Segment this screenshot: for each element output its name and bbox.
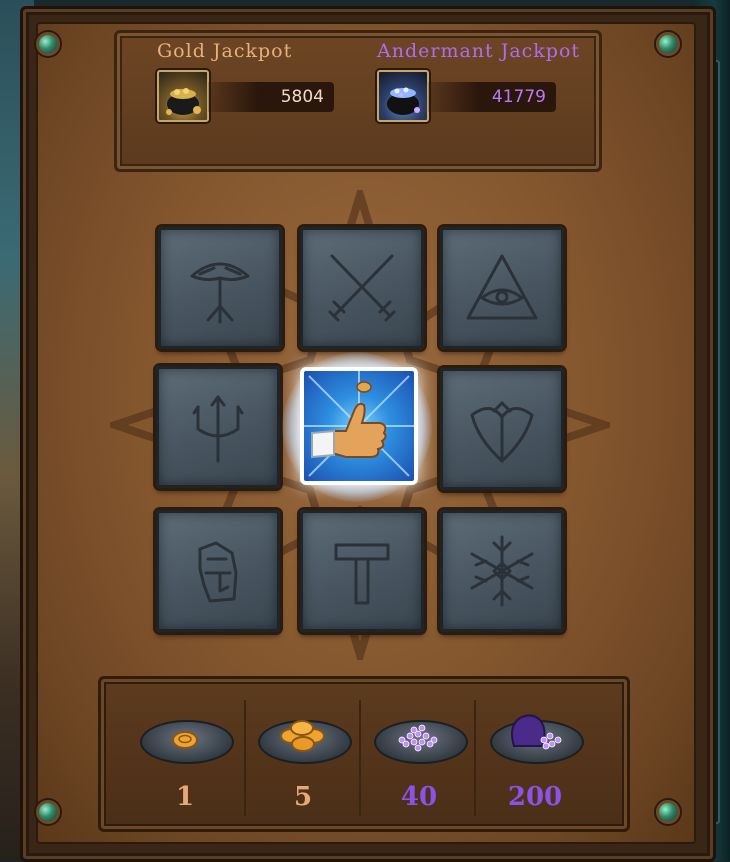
gold-pot-icon xyxy=(157,70,209,122)
bet-divider xyxy=(244,700,246,816)
slot-tile-snowflake[interactable] xyxy=(440,510,564,632)
crossed-swords-rune-icon xyxy=(328,254,396,322)
slot-tile-hammer[interactable] xyxy=(300,510,424,632)
bet-amount: 5 xyxy=(293,782,313,812)
andermant-pot-icon xyxy=(377,70,429,122)
corner-gem-icon xyxy=(36,800,60,824)
slot-tile-trident[interactable] xyxy=(156,366,280,488)
gold-jackpot-label: Gold Jackpot xyxy=(157,40,293,62)
snowflake-rune-icon xyxy=(470,535,534,607)
andermant-jackpot-value: 41779 xyxy=(428,82,556,112)
andermant-sack-plate-icon xyxy=(511,714,562,750)
trident-rune-icon xyxy=(192,395,244,463)
bet-option-200[interactable]: 200 xyxy=(482,700,594,818)
hammer-rune-icon xyxy=(334,543,390,605)
bet-amount: 1 xyxy=(175,782,195,812)
andermant-pile-plate-icon xyxy=(398,724,438,752)
tree-rune-icon xyxy=(190,262,250,324)
bet-option-40[interactable]: 40 xyxy=(366,700,478,818)
slot-tile-bow[interactable] xyxy=(440,368,564,490)
eye-triangle-rune-icon xyxy=(466,254,538,320)
bet-amount: 200 xyxy=(507,782,563,812)
thumbs-up-icon xyxy=(304,371,414,477)
slot-tile-swords[interactable] xyxy=(300,227,424,349)
single-coin-plate-icon xyxy=(172,731,198,749)
bow-rune-icon xyxy=(470,401,534,463)
corner-gem-icon xyxy=(656,32,680,56)
slot-tile-tree[interactable] xyxy=(158,227,282,349)
gold-jackpot-value: 5804 xyxy=(208,82,334,112)
slot-tile-eye[interactable] xyxy=(440,227,564,349)
corner-gem-icon xyxy=(656,800,680,824)
coin-pile-plate-icon xyxy=(280,720,325,752)
slot-tile-thumbs-up-selected[interactable] xyxy=(300,367,418,485)
corner-gem-icon xyxy=(36,32,60,56)
andermant-jackpot-label: Andermant Jackpot xyxy=(377,40,581,62)
bet-option-1[interactable]: 1 xyxy=(132,700,244,818)
bet-option-5[interactable]: 5 xyxy=(250,700,362,818)
bet-amount: 40 xyxy=(400,782,438,812)
gauntlet-rune-icon xyxy=(198,541,238,603)
slot-tile-gauntlet[interactable] xyxy=(156,510,280,632)
